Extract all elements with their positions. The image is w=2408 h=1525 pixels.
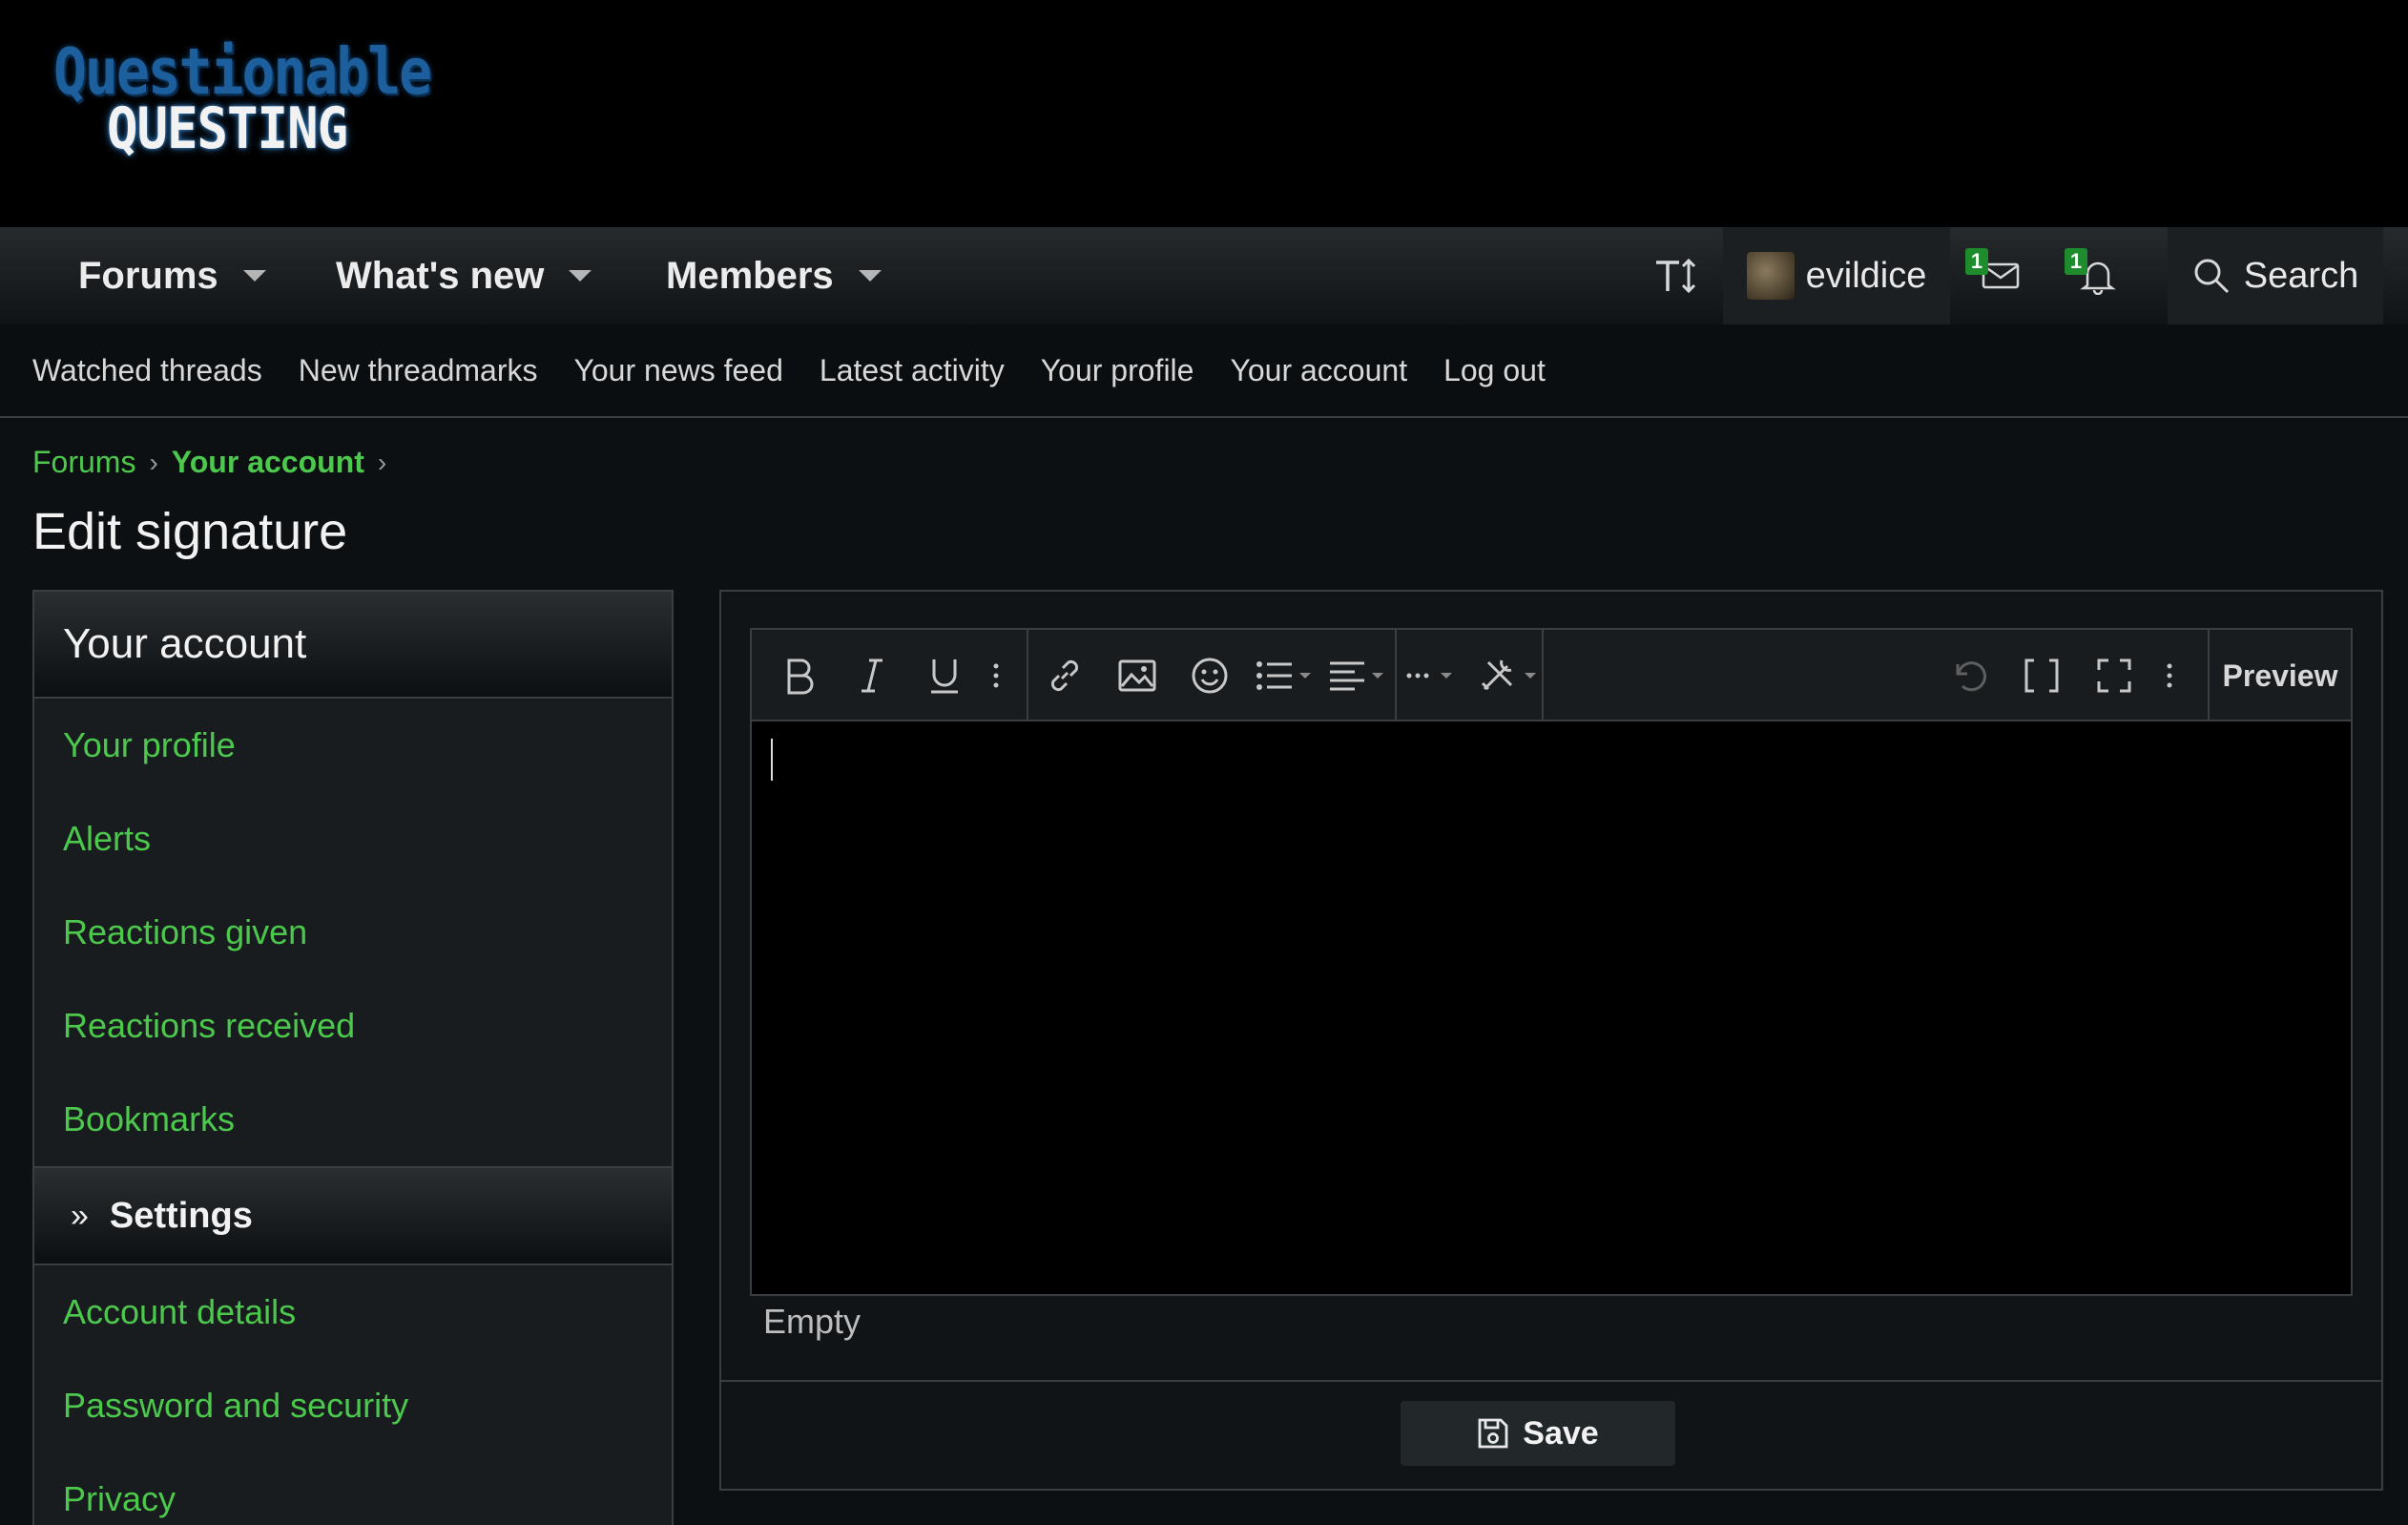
breadcrumb-forums[interactable]: Forums xyxy=(32,445,135,480)
chevron-down-icon[interactable] xyxy=(858,270,882,282)
sidebar-item-alerts[interactable]: Alerts xyxy=(34,792,672,886)
sidebar-item-reactions-received[interactable]: Reactions received xyxy=(34,979,672,1073)
save-icon xyxy=(1478,1418,1508,1449)
conversations-badge: 1 xyxy=(1965,248,1988,275)
search-button[interactable]: Search xyxy=(2168,227,2383,324)
smiley-icon[interactable] xyxy=(1181,630,1238,721)
rich-text-editor: Preview xyxy=(750,628,2353,1296)
subnav-log-out[interactable]: Log out xyxy=(1443,353,1546,388)
sidebar-item-account-details[interactable]: Account details xyxy=(34,1265,672,1359)
double-chevron-right-icon: » xyxy=(71,1197,89,1234)
avatar xyxy=(1746,252,1795,300)
underline-icon[interactable] xyxy=(916,630,973,721)
more-options-icon[interactable] xyxy=(2150,630,2189,721)
sidebar-heading: Your account xyxy=(34,592,672,699)
signature-textarea[interactable] xyxy=(752,721,2351,1294)
alerts-badge: 1 xyxy=(2065,248,2087,275)
account-sidebar: Your account Your profile Alerts Reactio… xyxy=(32,590,674,1525)
save-label: Save xyxy=(1523,1414,1599,1452)
list-icon[interactable] xyxy=(1252,630,1322,721)
sidebar-item-privacy[interactable]: Privacy xyxy=(34,1452,672,1525)
search-label: Search xyxy=(2243,255,2359,296)
bbcode-toggle-icon[interactable] xyxy=(2013,630,2070,721)
sub-nav: Watched threads New threadmarks Your new… xyxy=(0,324,2408,418)
nav-tab-forums[interactable]: Forums xyxy=(78,227,266,324)
search-icon xyxy=(2194,259,2229,294)
subnav-new-threadmarks[interactable]: New threadmarks xyxy=(299,353,538,388)
username: evildice xyxy=(1805,255,1927,296)
chevron-right-icon: › xyxy=(149,447,158,477)
toolbar-divider xyxy=(1027,630,1028,721)
nav-tab-label: Forums xyxy=(78,254,218,297)
align-icon[interactable] xyxy=(1324,630,1395,721)
sidebar-item-reactions-given[interactable]: Reactions given xyxy=(34,886,672,979)
subnav-watched-threads[interactable]: Watched threads xyxy=(32,353,262,388)
breadcrumb-your-account[interactable]: Your account xyxy=(172,445,364,480)
editor-toolbar: Preview xyxy=(752,630,2351,721)
italic-icon[interactable] xyxy=(843,630,901,721)
nav-tab-members[interactable]: Members xyxy=(666,227,882,324)
subnav-news-feed[interactable]: Your news feed xyxy=(573,353,782,388)
save-button[interactable]: Save xyxy=(1401,1401,1675,1466)
character-hint: Empty xyxy=(763,1302,861,1341)
bold-icon[interactable] xyxy=(771,630,828,721)
more-text-options-icon[interactable] xyxy=(977,630,1015,721)
font-size-toggle[interactable] xyxy=(1641,227,1712,324)
insert-more-icon[interactable] xyxy=(1401,630,1471,721)
undo-icon[interactable] xyxy=(1941,630,1998,721)
user-menu[interactable]: evildice xyxy=(1723,227,1950,324)
subnav-latest-activity[interactable]: Latest activity xyxy=(820,353,1005,388)
sidebar-item-your-profile[interactable]: Your profile xyxy=(34,699,672,792)
subnav-your-profile[interactable]: Your profile xyxy=(1041,353,1194,388)
text-size-icon xyxy=(1656,258,1696,294)
nav-tab-label: Members xyxy=(666,254,834,297)
sidebar-section-label: Settings xyxy=(109,1195,253,1236)
link-icon[interactable] xyxy=(1036,630,1093,721)
main-nav: Forums What's new Members evildice 1 1 S… xyxy=(0,227,2408,324)
tools-icon[interactable] xyxy=(1475,630,1546,721)
preview-button[interactable]: Preview xyxy=(2208,630,2351,721)
chevron-down-icon[interactable] xyxy=(242,270,266,282)
fullscreen-icon[interactable] xyxy=(2086,630,2143,721)
sidebar-item-password-security[interactable]: Password and security xyxy=(34,1359,672,1452)
page-title: Edit signature xyxy=(32,503,348,560)
subnav-your-account[interactable]: Your account xyxy=(1230,353,1407,388)
signature-form: Preview Empty Save xyxy=(719,590,2383,1491)
nav-tab-label: What's new xyxy=(336,254,545,297)
alerts-button[interactable]: 1 xyxy=(2051,227,2145,324)
chevron-right-icon: › xyxy=(377,447,387,477)
conversations-button[interactable]: 1 xyxy=(1954,227,2047,324)
image-icon[interactable] xyxy=(1109,630,1166,721)
chevron-down-icon[interactable] xyxy=(569,270,592,282)
sidebar-section-settings[interactable]: » Settings xyxy=(34,1166,672,1265)
form-footer: Save xyxy=(721,1380,2381,1489)
logo-line-2: QUESTING xyxy=(107,95,348,162)
site-logo[interactable]: Questionable QUESTING xyxy=(53,34,432,162)
site-header: Questionable QUESTING xyxy=(0,0,2408,227)
toolbar-divider xyxy=(1395,630,1397,721)
toolbar-divider xyxy=(1542,630,1544,721)
nav-tab-whats-new[interactable]: What's new xyxy=(336,227,592,324)
sidebar-item-bookmarks[interactable]: Bookmarks xyxy=(34,1073,672,1166)
text-cursor xyxy=(771,739,773,781)
breadcrumb: Forums › Your account › xyxy=(32,445,400,480)
